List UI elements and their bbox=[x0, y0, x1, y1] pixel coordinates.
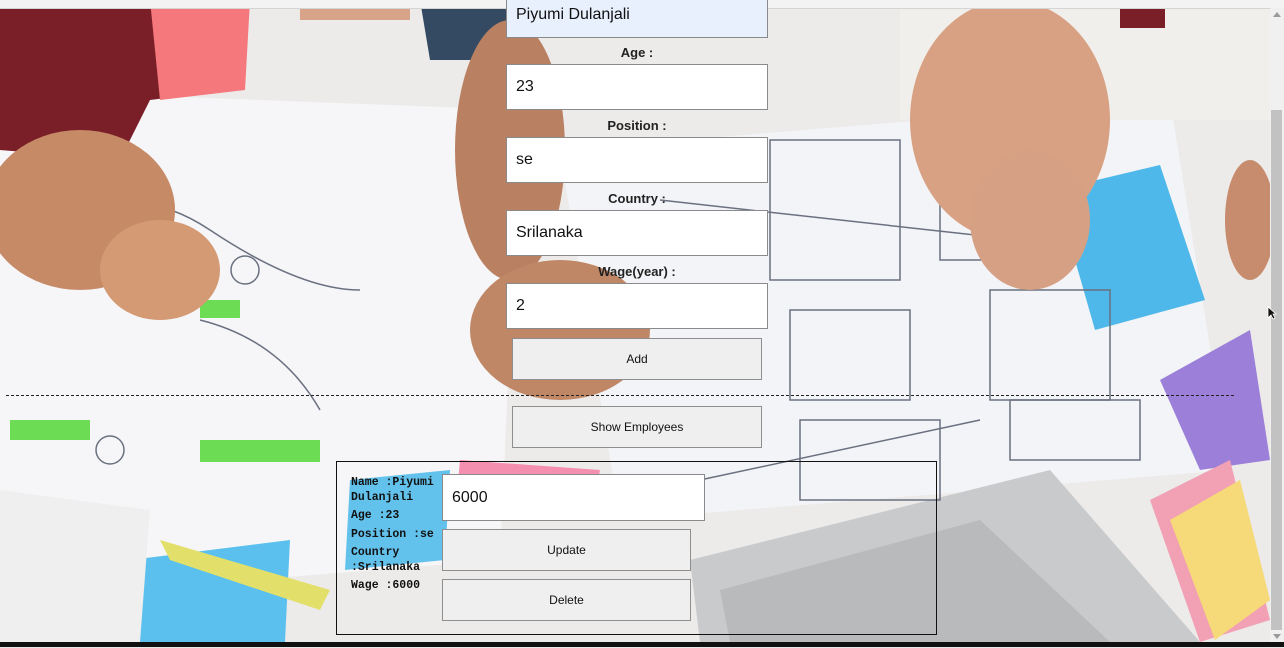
name-input[interactable] bbox=[506, 0, 768, 38]
age-input[interactable] bbox=[506, 64, 768, 110]
add-button[interactable]: Add bbox=[512, 338, 762, 380]
delete-button[interactable]: Delete bbox=[442, 579, 691, 621]
position-input[interactable] bbox=[506, 137, 768, 183]
scrollbar-thumb[interactable] bbox=[1271, 110, 1282, 630]
employee-position: Position :se bbox=[351, 527, 434, 541]
employee-card: Name :Piyumi Dulanjali Age :23 Position … bbox=[336, 461, 937, 635]
new-wage-input[interactable] bbox=[442, 474, 705, 521]
taskbar-edge bbox=[0, 642, 1284, 647]
country-label: Country : bbox=[608, 191, 666, 206]
employee-country: Country :Srilanaka bbox=[351, 546, 421, 574]
show-employees-button[interactable]: Show Employees bbox=[512, 406, 762, 448]
employee-age: Age :23 bbox=[351, 509, 400, 522]
employee-details: Name :Piyumi Dulanjali Age :23 Position … bbox=[351, 476, 439, 598]
country-input[interactable] bbox=[506, 210, 768, 256]
wage-label: Wage(year) : bbox=[598, 264, 676, 279]
update-button[interactable]: Update bbox=[442, 529, 691, 571]
employee-name: Name :Piyumi Dulanjali bbox=[351, 476, 434, 504]
scroll-down-arrow-icon[interactable] bbox=[1270, 630, 1284, 642]
position-label: Position : bbox=[607, 118, 667, 133]
divider bbox=[6, 395, 1234, 396]
scroll-up-arrow-icon[interactable] bbox=[1270, 8, 1284, 20]
mouse-cursor-icon bbox=[1267, 306, 1278, 325]
employee-wage: Wage :6000 bbox=[351, 579, 421, 592]
wage-input[interactable] bbox=[506, 283, 768, 329]
age-label: Age : bbox=[620, 45, 654, 60]
